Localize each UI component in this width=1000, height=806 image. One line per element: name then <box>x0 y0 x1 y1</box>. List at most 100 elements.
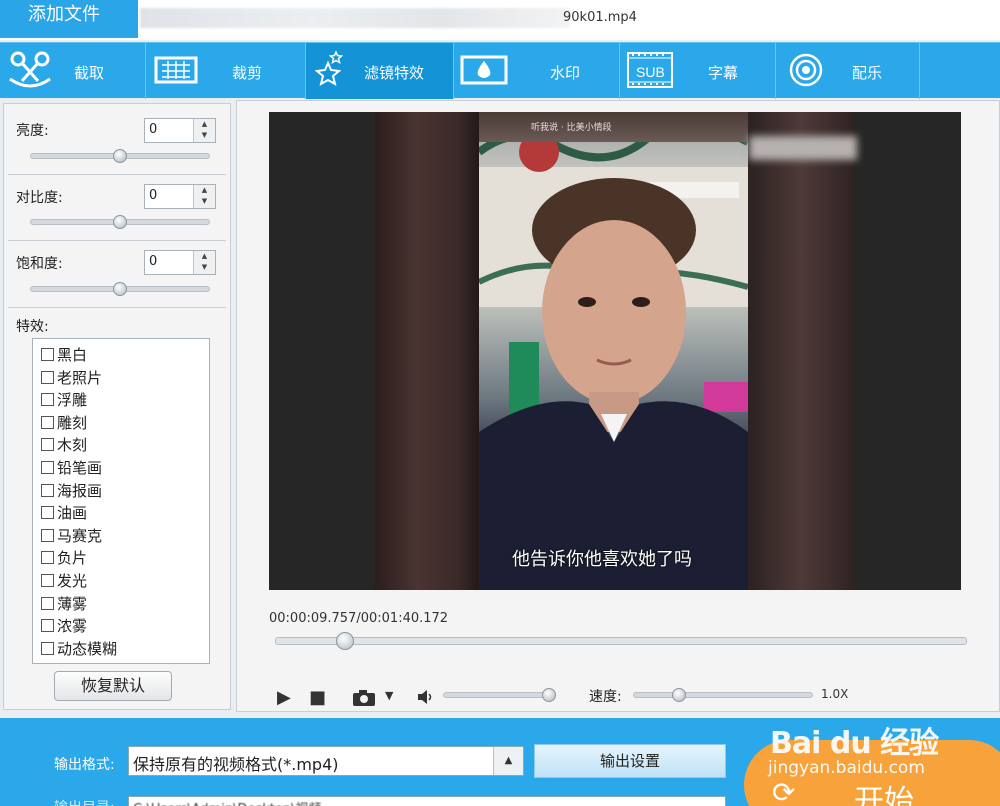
effect-checkbox[interactable] <box>41 461 54 474</box>
saturation-stepper[interactable]: ▲ ▼ <box>193 251 215 274</box>
effect-checkbox[interactable] <box>41 348 54 361</box>
tab-subtitle-label: 字幕 <box>708 64 739 82</box>
arrow-down-icon[interactable]: ▼ <box>194 262 215 273</box>
video-preview[interactable]: 听我说 · 比美小情段 他告诉你他喜欢她了吗 <box>269 112 961 590</box>
effect-checkbox[interactable] <box>41 370 54 384</box>
effect-checkbox[interactable] <box>41 438 54 452</box>
effect-label: 铅笔画 <box>57 459 103 477</box>
volume-knob[interactable] <box>541 688 556 702</box>
add-file-button[interactable]: 添加文件 <box>0 0 138 38</box>
effect-checkbox[interactable] <box>41 483 54 497</box>
seek-knob[interactable] <box>336 632 354 650</box>
baidu-logo: Bai du 经验 <box>770 726 939 761</box>
output-format-value: 保持原有的视频格式(*.mp4) <box>133 755 339 774</box>
tab-filter-effects-label: 滤镜特效 <box>364 64 425 82</box>
video-border-left <box>375 112 479 590</box>
baidu-url: jingyan.baidu.com <box>768 758 925 778</box>
volume-icon[interactable] <box>417 690 435 704</box>
seek-bar[interactable] <box>275 632 967 650</box>
baidu-watermark: Bai du 经验 jingyan.baidu.com <box>768 712 968 778</box>
video-overlay-title: 听我说 · 比美小情段 <box>531 123 612 133</box>
top-bar: 添加文件 90k01.mp4 <box>0 0 1000 40</box>
divider <box>8 240 226 241</box>
tab-music[interactable]: 配乐 <box>776 43 920 99</box>
effect-label: 雕刻 <box>57 413 88 432</box>
effect-item[interactable]: 木刻 <box>41 434 87 456</box>
effect-checkbox[interactable] <box>41 619 54 633</box>
effect-item[interactable]: 马赛克 <box>41 525 102 547</box>
speed-knob[interactable] <box>671 688 686 702</box>
effect-item[interactable]: 浓雾 <box>41 615 87 637</box>
brightness-slider[interactable] <box>30 149 210 163</box>
effect-checkbox[interactable] <box>41 641 54 655</box>
tab-watermark-label: 水印 <box>550 64 581 82</box>
effect-label: 浓雾 <box>57 617 88 636</box>
tab-crop[interactable]: 裁剪 <box>146 43 306 99</box>
speed-slider[interactable] <box>633 688 813 702</box>
effect-item[interactable]: 薄雾 <box>41 593 87 615</box>
effect-checkbox[interactable] <box>41 393 54 407</box>
current-time: 00:00:09.757 <box>269 611 357 626</box>
brightness-spinner[interactable]: 0 ▲ ▼ <box>144 118 216 143</box>
effect-item[interactable]: 负片 <box>41 547 87 569</box>
effect-item[interactable]: 铅笔画 <box>41 457 102 479</box>
effect-item[interactable]: 老照片 <box>41 367 102 389</box>
reset-defaults-button[interactable]: 恢复默认 <box>54 671 172 701</box>
play-icon[interactable]: ▶ <box>277 687 291 708</box>
effect-label: 马赛克 <box>57 526 103 545</box>
effect-checkbox[interactable] <box>41 551 54 565</box>
effect-checkbox[interactable] <box>41 574 54 587</box>
tab-watermark[interactable]: 水印 <box>454 43 620 99</box>
main-toolbar: 截取 裁剪 滤镜特效 水印 SUB 字幕 配乐 <box>0 42 1000 99</box>
tab-subtitle[interactable]: SUB 字幕 <box>620 43 776 99</box>
dropdown-arrow-icon[interactable]: ▲ <box>493 747 523 775</box>
volume-slider[interactable] <box>443 688 556 702</box>
effect-item[interactable]: 动态模糊 <box>41 638 117 660</box>
effect-checkbox[interactable] <box>41 528 54 542</box>
contrast-spinner[interactable]: 0 ▲ ▼ <box>144 184 216 209</box>
video-subtitle: 他告诉你他喜欢她了吗 <box>512 549 692 570</box>
contrast-slider-knob[interactable] <box>113 215 127 229</box>
contrast-value: 0 <box>149 188 158 203</box>
effect-item[interactable]: 海报画 <box>41 480 102 502</box>
saturation-slider[interactable] <box>30 282 210 296</box>
effect-item[interactable]: 浮雕 <box>41 389 87 411</box>
brightness-stepper[interactable]: ▲ ▼ <box>193 119 215 142</box>
effect-checkbox[interactable] <box>41 415 54 429</box>
arrow-up-icon[interactable]: ▲ <box>194 119 215 130</box>
divider <box>8 307 226 308</box>
video-frame-art <box>476 124 750 590</box>
divider <box>8 174 226 175</box>
effect-item[interactable]: 油画 <box>41 502 87 524</box>
arrow-down-icon[interactable]: ▼ <box>194 130 215 141</box>
output-settings-button[interactable]: 输出设置 <box>534 744 726 778</box>
tab-trim[interactable]: 截取 <box>0 43 146 99</box>
arrow-down-icon[interactable]: ▼ <box>194 196 215 207</box>
effect-item[interactable]: 雕刻 <box>41 412 87 434</box>
contrast-slider[interactable] <box>30 215 210 229</box>
refresh-icon: ⟳ <box>772 776 796 806</box>
output-dir-value: C:\Users\Admin\Desktop\视频 <box>133 798 321 806</box>
total-time: 00:01:40.172 <box>360 611 449 626</box>
stop-icon[interactable]: ■ <box>309 687 326 708</box>
audio-waves-icon <box>789 53 823 87</box>
effect-checkbox[interactable] <box>41 596 54 610</box>
effect-checkbox[interactable] <box>41 506 54 520</box>
chevron-down-icon[interactable]: ▼ <box>385 689 393 702</box>
tab-filter-effects[interactable]: 滤镜特效 <box>306 43 454 99</box>
camera-snapshot-icon[interactable] <box>352 689 378 707</box>
saturation-label: 饱和度: <box>16 256 63 272</box>
effect-item[interactable]: 黑白 <box>41 344 87 366</box>
saturation-slider-knob[interactable] <box>113 282 127 296</box>
effect-label: 浮雕 <box>57 391 88 410</box>
brightness-slider-knob[interactable] <box>113 149 127 163</box>
output-dir-field[interactable]: C:\Users\Admin\Desktop\视频 <box>128 796 726 806</box>
effect-item[interactable]: 发光 <box>41 570 87 592</box>
arrow-up-icon[interactable]: ▲ <box>194 251 215 262</box>
video-border-right <box>748 112 854 590</box>
effect-label: 老照片 <box>57 368 103 387</box>
contrast-stepper[interactable]: ▲ ▼ <box>193 185 215 208</box>
saturation-spinner[interactable]: 0 ▲ ▼ <box>144 250 216 275</box>
output-format-select[interactable]: 保持原有的视频格式(*.mp4) ▲ <box>128 746 524 776</box>
arrow-up-icon[interactable]: ▲ <box>194 185 215 196</box>
